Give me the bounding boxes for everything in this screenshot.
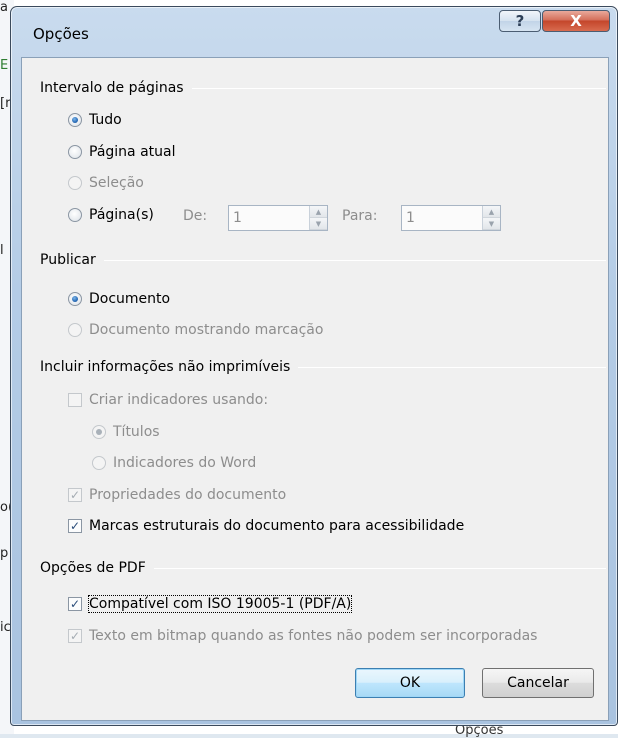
checkbox-bitmap-text-label: Texto em bitmap quando as fontes não pod… (89, 628, 538, 644)
radio-document-label: Documento (89, 291, 171, 307)
radio-all[interactable]: Tudo (68, 112, 122, 128)
spin-down-icon: ▼ (310, 218, 327, 230)
cancel-button[interactable]: Cancelar (482, 668, 594, 698)
background-fragment: p (0, 546, 9, 561)
radio-all-label: Tudo (89, 112, 122, 128)
publish-heading-text: Publicar (40, 252, 96, 268)
radio-selection: Seleção (68, 175, 144, 191)
checkbox-doc-properties: ✓ Propriedades do documento (68, 487, 286, 503)
from-page-value: 1 (233, 210, 242, 226)
radio-disabled-icon (68, 176, 82, 190)
radio-document[interactable]: Documento (68, 291, 170, 307)
checkbox-struct-tags-label: Marcas estruturais do documento para ace… (89, 518, 465, 534)
radio-document-markup-label: Documento mostrando marcação (89, 322, 324, 338)
radio-word-bookmarks: Indicadores do Word (92, 455, 256, 471)
checkbox-create-bookmarks-label: Criar indicadores usando: (89, 392, 269, 408)
group-divider (298, 366, 606, 368)
help-icon: ? (515, 12, 525, 30)
nonprint-group-heading: Incluir informações não imprimíveis (40, 359, 606, 375)
to-page-value: 1 (406, 210, 415, 226)
radio-unchecked-icon (68, 145, 82, 159)
spinner-arrows: ▲ ▼ (309, 206, 327, 230)
dialog-client-area: Intervalo de páginas Tudo Página atual S… (21, 57, 609, 721)
options-dialog: Opções ? X Intervalo de páginas Tudo Pág… (10, 6, 618, 726)
radio-current-page-label: Página atual (89, 144, 176, 160)
checkmark-icon: ✓ (68, 488, 82, 502)
radio-headings: Títulos (92, 424, 160, 440)
radio-checked-icon (68, 113, 82, 127)
title-bar[interactable]: Opções ? X (11, 7, 617, 51)
dialog-title: Opções (33, 25, 89, 43)
page-range-group-heading: Intervalo de páginas (40, 80, 606, 96)
background-fragment: [r (0, 96, 11, 111)
radio-disabled-icon (68, 323, 82, 337)
checkbox-iso-pdfa[interactable]: ✓ Compatível com ISO 19005-1 (PDF/A) (68, 595, 353, 613)
radio-word-bookmarks-label: Indicadores do Word (113, 455, 257, 471)
spinner-arrows: ▲ ▼ (482, 206, 500, 230)
group-divider (153, 567, 606, 569)
pdf-heading-text: Opções de PDF (40, 560, 146, 576)
checkbox-unchecked-icon (68, 393, 82, 407)
radio-current-page[interactable]: Página atual (68, 144, 175, 160)
page-range-heading-text: Intervalo de páginas (40, 80, 184, 96)
background-fragment: a (0, 0, 8, 15)
spin-down-icon: ▼ (483, 218, 500, 230)
background-fragment: l (0, 243, 4, 258)
checkbox-create-bookmarks: Criar indicadores usando: (68, 392, 268, 408)
help-button[interactable]: ? (499, 10, 541, 32)
checkbox-iso-pdfa-label: Compatível com ISO 19005-1 (PDF/A) (87, 595, 353, 613)
from-page-spinner: 1 ▲ ▼ (228, 205, 328, 231)
to-label: Para: (342, 208, 378, 224)
checkbox-bitmap-text: ✓ Texto em bitmap quando as fontes não p… (68, 628, 537, 644)
radio-pages-label: Página(s) (89, 207, 154, 223)
spin-up-icon: ▲ (310, 206, 327, 218)
checkmark-icon: ✓ (68, 519, 82, 533)
radio-headings-label: Títulos (113, 424, 160, 440)
to-page-spinner: 1 ▲ ▼ (401, 205, 501, 231)
radio-disabled-icon (92, 456, 106, 470)
from-label: De: (183, 208, 208, 224)
group-divider (103, 259, 606, 261)
checkmark-icon: ✓ (68, 629, 82, 643)
pdf-group-heading: Opções de PDF (40, 560, 606, 576)
radio-checked-icon (68, 292, 82, 306)
spin-up-icon: ▲ (483, 206, 500, 218)
nonprint-heading-text: Incluir informações não imprimíveis (40, 359, 291, 375)
radio-unchecked-icon (68, 208, 82, 222)
ok-button[interactable]: OK (355, 668, 465, 698)
radio-pages[interactable]: Página(s) (68, 207, 154, 223)
group-divider (191, 87, 606, 89)
background-fragment: E (0, 58, 9, 73)
radio-selection-label: Seleção (89, 175, 144, 191)
close-button[interactable]: X (542, 10, 610, 32)
publish-group-heading: Publicar (40, 252, 606, 268)
checkbox-struct-tags[interactable]: ✓ Marcas estruturais do documento para a… (68, 518, 464, 534)
close-icon: X (570, 12, 582, 30)
radio-document-markup: Documento mostrando marcação (68, 322, 323, 338)
checkbox-doc-properties-label: Propriedades do documento (89, 487, 287, 503)
checkmark-icon: ✓ (68, 597, 82, 611)
radio-disabled-checked-icon (92, 425, 106, 439)
